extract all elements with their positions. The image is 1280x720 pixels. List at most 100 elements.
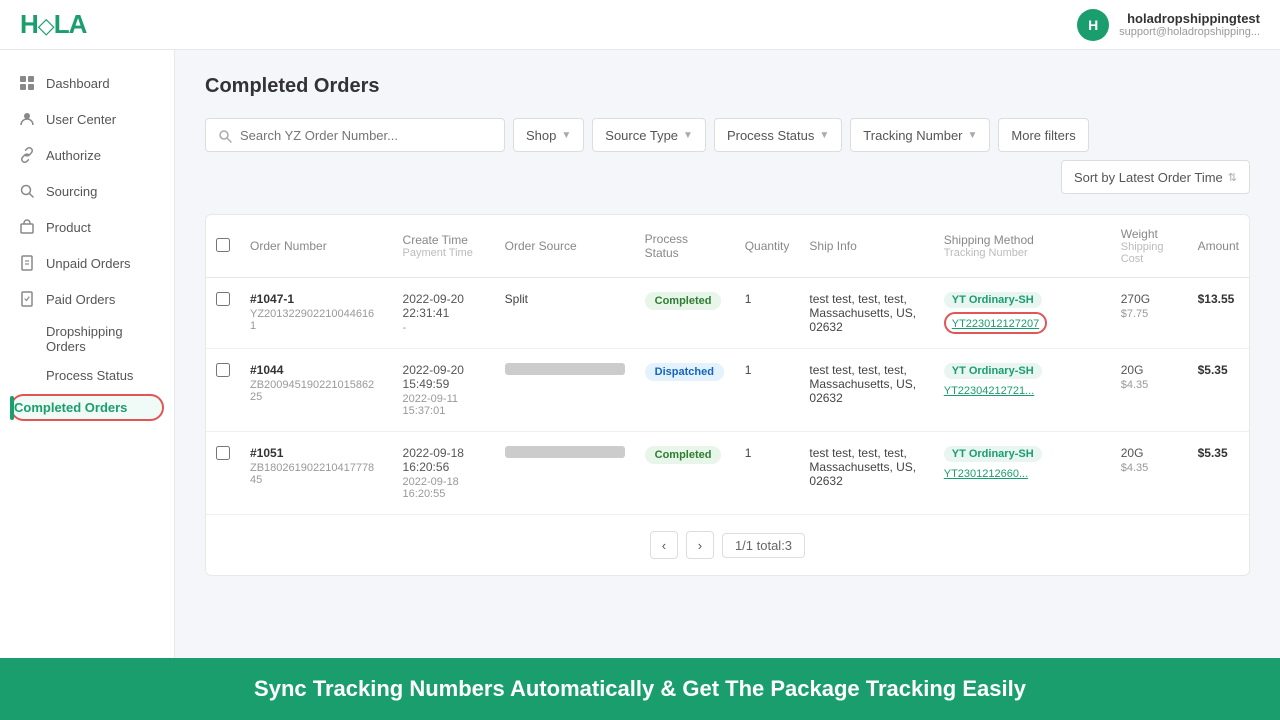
source-cell: Split <box>495 278 635 349</box>
sidebar-item-sourcing[interactable]: Sourcing <box>0 173 174 209</box>
source-cell <box>495 432 635 515</box>
order-source: Split <box>505 292 528 306</box>
chevron-down-icon: ▼ <box>561 130 571 141</box>
col-order-number: Order Number <box>240 215 393 278</box>
check-file-icon <box>18 290 36 308</box>
sidebar-item-dashboard[interactable]: Dashboard <box>0 65 174 101</box>
user-info: holadropshippingtest support@holadropshi… <box>1119 11 1260 38</box>
user-area: H holadropshippingtest support@holadrops… <box>1077 9 1260 41</box>
col-order-source: Order Source <box>495 215 635 278</box>
status-cell: Completed <box>635 432 735 515</box>
search-input[interactable] <box>240 128 492 143</box>
row-checkbox[interactable] <box>216 363 230 377</box>
main-content: Completed Orders Shop ▼ Source Type ▼ Pr… <box>175 50 1280 720</box>
time-cell: 2022-09-18 16:20:56 2022-09-18 16:20:55 <box>393 432 495 515</box>
row-checkbox[interactable] <box>216 292 230 306</box>
weight-cell: 270G $7.75 <box>1111 278 1188 349</box>
sort-icon: ⇅ <box>1228 171 1237 184</box>
sidebar-item-label: Paid Orders <box>46 292 115 307</box>
col-shipping-method: Shipping Method Tracking Number <box>934 215 1111 278</box>
row-checkbox[interactable] <box>216 446 230 460</box>
topbar: H◇LA H holadropshippingtest support@hola… <box>0 0 1280 50</box>
ship-info-cell: test test, test, test, Massachusetts, US… <box>799 349 933 432</box>
source-type-filter-button[interactable]: Source Type ▼ <box>592 118 706 152</box>
order-number-cell: #1047-1 YZ201322902210044616 1 <box>240 278 393 349</box>
weight-cell: 20G $4.35 <box>1111 349 1188 432</box>
blurred-source <box>505 363 625 375</box>
order-number-cell: #1044 ZB200945190221015862 25 <box>240 349 393 432</box>
table-row: #1044 ZB200945190221015862 25 2022-09-20… <box>206 349 1249 432</box>
avatar: H <box>1077 9 1109 41</box>
search-icon <box>18 182 36 200</box>
sidebar-item-label: Unpaid Orders <box>46 256 131 271</box>
order-number-cell: #1051 ZB180261902210417778 45 <box>240 432 393 515</box>
sidebar-item-unpaid-orders[interactable]: Unpaid Orders <box>0 245 174 281</box>
link-icon <box>18 146 36 164</box>
sidebar-item-label: User Center <box>46 112 116 127</box>
tracking-number-filter-button[interactable]: Tracking Number ▼ <box>850 118 990 152</box>
sidebar-item-product[interactable]: Product <box>0 209 174 245</box>
sidebar-item-label: Authorize <box>46 148 101 163</box>
sidebar-item-label: Dashboard <box>46 76 110 91</box>
sidebar-item-label: Product <box>46 220 91 235</box>
sidebar-item-user-center[interactable]: User Center <box>0 101 174 137</box>
table-row: #1047-1 YZ201322902210044616 1 2022-09-2… <box>206 278 1249 349</box>
grid-icon <box>18 74 36 92</box>
shop-filter-button[interactable]: Shop ▼ <box>513 118 584 152</box>
bottom-banner: Sync Tracking Numbers Automatically & Ge… <box>0 658 1280 720</box>
process-status-filter-button[interactable]: Process Status ▼ <box>714 118 842 152</box>
more-filters-button[interactable]: More filters <box>998 118 1088 152</box>
sidebar-item-label: Sourcing <box>46 184 97 199</box>
time-cell: 2022-09-20 15:49:59 2022-09-11 15:37:01 <box>393 349 495 432</box>
select-all-checkbox[interactable] <box>216 238 230 252</box>
ship-info-cell: test test, test, test, Massachusetts, US… <box>799 278 933 349</box>
source-cell <box>495 349 635 432</box>
shipping-method-cell: YT Ordinary-SHYT22304212721... <box>934 349 1111 432</box>
next-page-button[interactable]: › <box>686 531 714 559</box>
sidebar: Dashboard User Center Authorize Sourcing… <box>0 50 175 720</box>
col-weight: Weight Shipping Cost <box>1111 215 1188 278</box>
shipping-method-cell: YT Ordinary-SHYT223012127207 <box>934 278 1111 349</box>
prev-page-button[interactable]: ‹ <box>650 531 678 559</box>
col-process-status: Process Status <box>635 215 735 278</box>
amount-cell: $13.55 <box>1188 278 1249 349</box>
orders-table-container: Order Number Create Time Payment Time Or… <box>205 214 1250 576</box>
quantity-cell: 1 <box>735 278 800 349</box>
logo-text: H◇LA <box>20 9 86 40</box>
logo: H◇LA <box>20 9 86 40</box>
banner-text: Sync Tracking Numbers Automatically & Ge… <box>254 676 1026 701</box>
sidebar-item-authorize[interactable]: Authorize <box>0 137 174 173</box>
layout: Dashboard User Center Authorize Sourcing… <box>0 50 1280 720</box>
status-cell: Completed <box>635 278 735 349</box>
col-amount: Amount <box>1188 215 1249 278</box>
tracking-number[interactable]: YT22304212721... <box>944 385 1035 397</box>
user-icon <box>18 110 36 128</box>
amount-cell: $5.35 <box>1188 432 1249 515</box>
col-quantity: Quantity <box>735 215 800 278</box>
weight-cell: 20G $4.35 <box>1111 432 1188 515</box>
search-box <box>205 118 505 152</box>
quantity-cell: 1 <box>735 349 800 432</box>
sidebar-item-paid-orders[interactable]: Paid Orders <box>0 281 174 317</box>
time-cell: 2022-09-20 22:31:41 - <box>393 278 495 349</box>
ship-info-cell: test test, test, test, Massachusetts, US… <box>799 432 933 515</box>
sort-button[interactable]: Sort by Latest Order Time ⇅ <box>1061 160 1250 194</box>
tracking-number[interactable]: YT2301212660... <box>944 468 1028 480</box>
filter-bar: Shop ▼ Source Type ▼ Process Status ▼ Tr… <box>205 118 1250 194</box>
box-icon <box>18 218 36 236</box>
chevron-down-icon: ▼ <box>968 130 978 141</box>
user-name: holadropshippingtest <box>1119 11 1260 26</box>
sidebar-sub-process-status[interactable]: Process Status <box>0 361 174 390</box>
ship-method: YT Ordinary-SH <box>944 446 1042 462</box>
sidebar-sub-completed-orders[interactable]: Completed Orders <box>10 394 164 421</box>
search-icon <box>218 127 232 143</box>
user-email: support@holadropshipping... <box>1119 26 1260 38</box>
table-row: #1051 ZB180261902210417778 45 2022-09-18… <box>206 432 1249 515</box>
sidebar-sub-dropshipping-orders[interactable]: Dropshipping Orders <box>0 317 174 361</box>
quantity-cell: 1 <box>735 432 800 515</box>
amount-cell: $5.35 <box>1188 349 1249 432</box>
chevron-down-icon: ▼ <box>819 130 829 141</box>
status-cell: Dispatched <box>635 349 735 432</box>
tracking-number-highlighted[interactable]: YT223012127207 <box>944 312 1047 334</box>
pagination: ‹ › 1/1 total:3 <box>206 515 1249 575</box>
